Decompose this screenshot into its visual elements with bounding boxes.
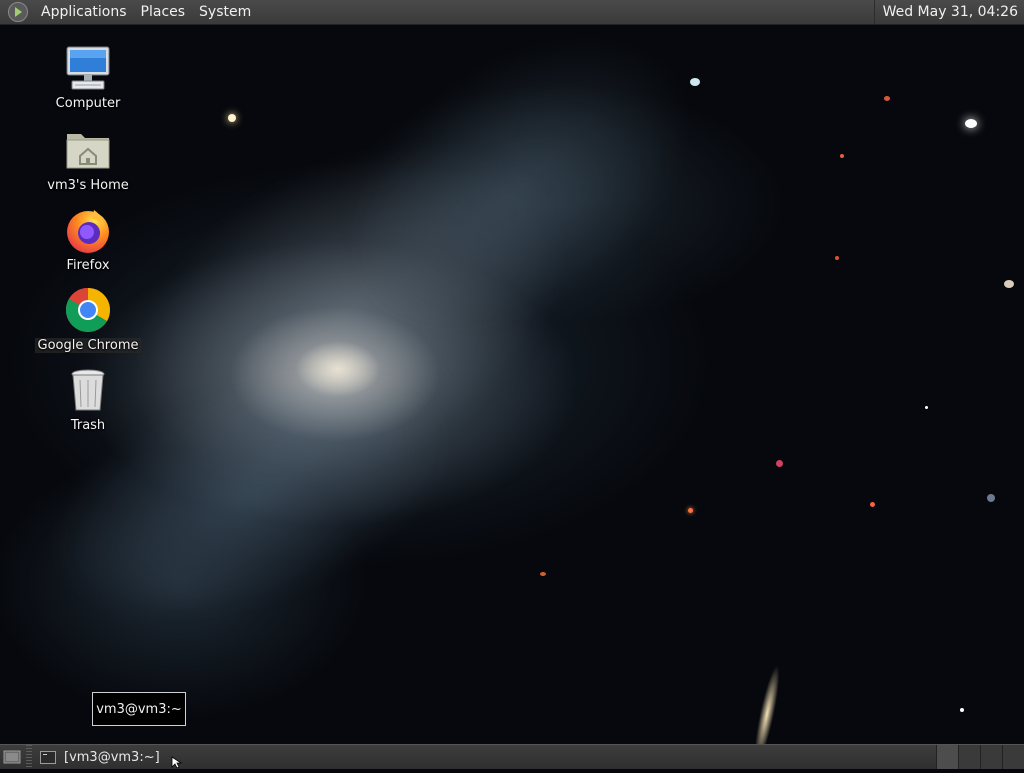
desktop-icon-label: Firefox <box>66 258 110 273</box>
menu-applications[interactable]: Applications <box>34 4 134 20</box>
desktop-icon-firefox[interactable]: Firefox <box>33 206 143 273</box>
desktop-icon-label: Computer <box>55 96 121 111</box>
panel-grip[interactable] <box>26 745 32 769</box>
top-panel: Applications Places System Wed May 31, 0… <box>0 0 1024 25</box>
workspace-1[interactable] <box>936 745 958 769</box>
desktop-icon-label: Trash <box>70 418 106 433</box>
menu-system[interactable]: System <box>192 4 258 20</box>
taskbar-item-terminal[interactable]: [vm3@vm3:~] <box>34 746 168 768</box>
desktop-icon-label: Google Chrome <box>34 338 142 353</box>
mouse-pointer-icon <box>171 756 183 768</box>
trash-icon <box>64 366 112 414</box>
terminal-icon <box>40 750 56 764</box>
panel-clock[interactable]: Wed May 31, 04:26 <box>873 0 1024 24</box>
chrome-icon <box>64 286 112 334</box>
desktop-icon-trash[interactable]: Trash <box>33 366 143 433</box>
workspace-4[interactable] <box>1002 745 1024 769</box>
taskbar-item-label: [vm3@vm3:~] <box>64 749 160 765</box>
desktop-icon-computer[interactable]: Computer <box>33 44 143 111</box>
distro-logo-icon[interactable] <box>8 2 28 22</box>
desktop-icon-label: vm3's Home <box>47 178 129 193</box>
home-folder-icon <box>64 126 112 174</box>
desktop-icon-home[interactable]: vm3's Home <box>33 126 143 193</box>
workspace-2[interactable] <box>958 745 980 769</box>
tooltip-text: vm3@vm3:~ <box>96 701 182 717</box>
computer-icon <box>64 44 112 92</box>
desktop-wallpaper <box>0 24 1024 744</box>
firefox-icon <box>64 206 112 254</box>
desktop-icon-chrome[interactable]: Google Chrome <box>33 286 143 353</box>
workspace-switcher <box>936 745 1024 769</box>
show-desktop-icon[interactable] <box>2 745 24 769</box>
menu-places[interactable]: Places <box>134 4 193 20</box>
bottom-panel: [vm3@vm3:~] <box>0 744 1024 769</box>
workspace-3[interactable] <box>980 745 1002 769</box>
taskbar-tooltip: vm3@vm3:~ <box>92 692 186 726</box>
